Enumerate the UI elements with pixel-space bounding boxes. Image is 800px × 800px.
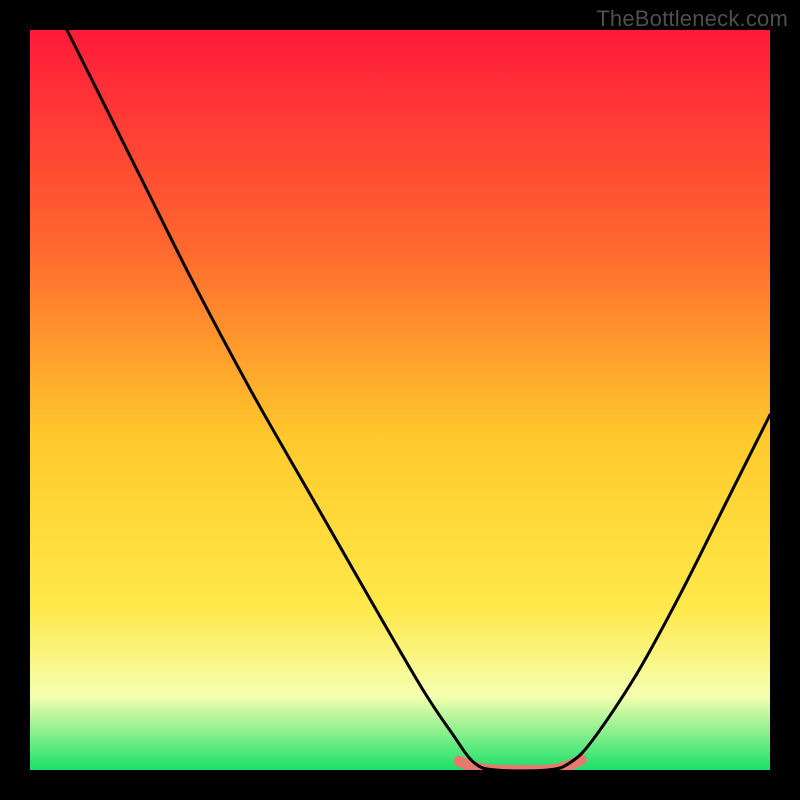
bottleneck-curve [67,30,770,770]
plot-area [30,30,770,770]
curve-overlay [30,30,770,770]
chart-container: TheBottleneck.com [0,0,800,800]
watermark-text: TheBottleneck.com [596,6,788,32]
